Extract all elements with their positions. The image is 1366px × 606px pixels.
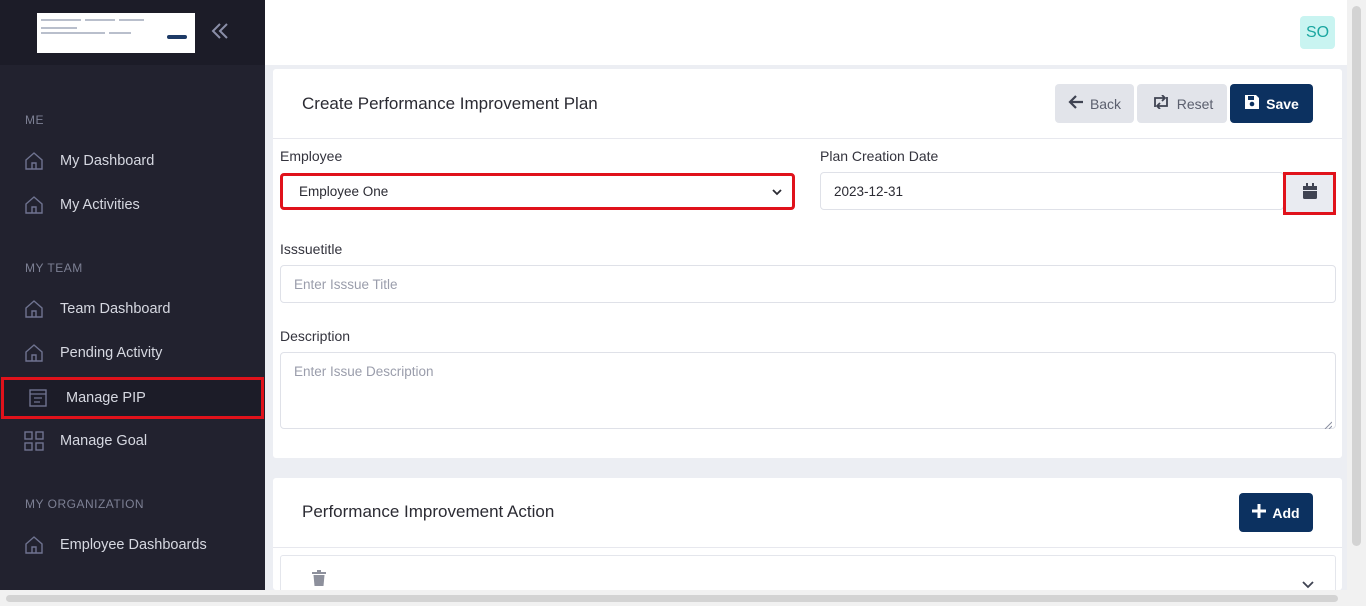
sidebar-item-my-activities[interactable]: My Activities [0, 183, 265, 227]
calendar-button[interactable] [1283, 172, 1336, 215]
section-me: ME [25, 113, 44, 127]
issue-title-label: Isssuetitle [280, 241, 343, 257]
sidebar-item-label: Employee Dashboards [60, 537, 207, 553]
add-action-button[interactable]: Add [1239, 493, 1313, 532]
grid-icon [24, 431, 44, 451]
home-icon [24, 195, 44, 215]
card-divider [273, 138, 1342, 139]
back-button-label: Back [1089, 95, 1122, 112]
double-chevron-left-icon[interactable] [209, 20, 233, 44]
arrow-left-icon [1068, 95, 1084, 112]
resize-handle-icon[interactable] [1324, 417, 1333, 430]
create-pip-card: Create Performance Improvement Plan Back… [273, 69, 1342, 458]
sidebar-item-employee-dashboards[interactable]: Employee Dashboards [0, 523, 265, 567]
top-header [265, 0, 1347, 65]
employee-select-value: Employee One [299, 184, 389, 199]
section-my-team: MY TEAM [25, 261, 83, 275]
sidebar-item-pending-activity[interactable]: Pending Activity [0, 331, 265, 375]
avatar[interactable]: SO [1300, 16, 1335, 49]
home-icon [24, 343, 44, 363]
plan-creation-date-label: Plan Creation Date [820, 148, 939, 164]
report-icon [28, 388, 48, 408]
section-title: Performance Improvement Action [302, 502, 555, 521]
description-textarea[interactable]: Enter Issue Description [280, 352, 1336, 430]
plan-creation-date-input[interactable]: 2023-12-31 [820, 172, 1284, 210]
sidebar-item-label: My Activities [60, 197, 140, 213]
add-button-label: Add [1272, 504, 1300, 521]
issue-title-input[interactable]: Enter Isssue Title [280, 265, 1336, 303]
floppy-disk-icon [1244, 94, 1260, 113]
sidebar-item-label: Manage PIP [66, 390, 146, 406]
save-button[interactable]: Save [1230, 84, 1313, 123]
sidebar-item-manage-pip[interactable]: Manage PIP [1, 377, 264, 419]
reset-button-label: Reset [1176, 95, 1214, 112]
description-label: Description [280, 328, 351, 344]
description-placeholder: Enter Issue Description [294, 364, 434, 379]
sidebar-item-manage-goal[interactable]: Manage Goal [0, 419, 265, 463]
home-icon [24, 535, 44, 555]
horizontal-scrollbar[interactable] [0, 590, 1347, 606]
reset-button[interactable]: Reset [1137, 84, 1227, 123]
plus-icon [1252, 504, 1267, 521]
sidebar-item-label: My Dashboard [60, 153, 155, 169]
sidebar-item-label: Manage Goal [60, 433, 148, 449]
sidebar: ME My Dashboard My Activities MY TEAM Te… [0, 0, 265, 590]
card-divider [273, 547, 1342, 548]
action-row [280, 555, 1336, 590]
vertical-scrollbar[interactable] [1347, 0, 1366, 606]
sidebar-item-my-dashboard[interactable]: My Dashboard [0, 139, 265, 183]
home-icon [24, 299, 44, 319]
trash-icon[interactable] [312, 570, 326, 590]
chevron-down-icon[interactable] [1302, 576, 1314, 590]
employee-label: Employee [280, 148, 343, 164]
pip-action-card: Performance Improvement Action Add [273, 478, 1342, 590]
sidebar-item-label: Pending Activity [60, 345, 163, 361]
sidebar-item-label: Team Dashboard [60, 301, 171, 317]
calendar-icon [1302, 182, 1318, 205]
save-button-label: Save [1266, 95, 1299, 112]
back-button[interactable]: Back [1055, 84, 1134, 123]
retweet-icon [1151, 94, 1171, 112]
sidebar-item-team-dashboard[interactable]: Team Dashboard [0, 287, 265, 331]
company-logo [25, 13, 195, 53]
chevron-down-icon [772, 184, 782, 199]
section-my-organization: MY ORGANIZATION [25, 497, 145, 511]
employee-select[interactable]: Employee One [280, 173, 795, 210]
home-icon [24, 151, 44, 171]
sidebar-header [0, 0, 265, 65]
page-title: Create Performance Improvement Plan [302, 94, 598, 113]
